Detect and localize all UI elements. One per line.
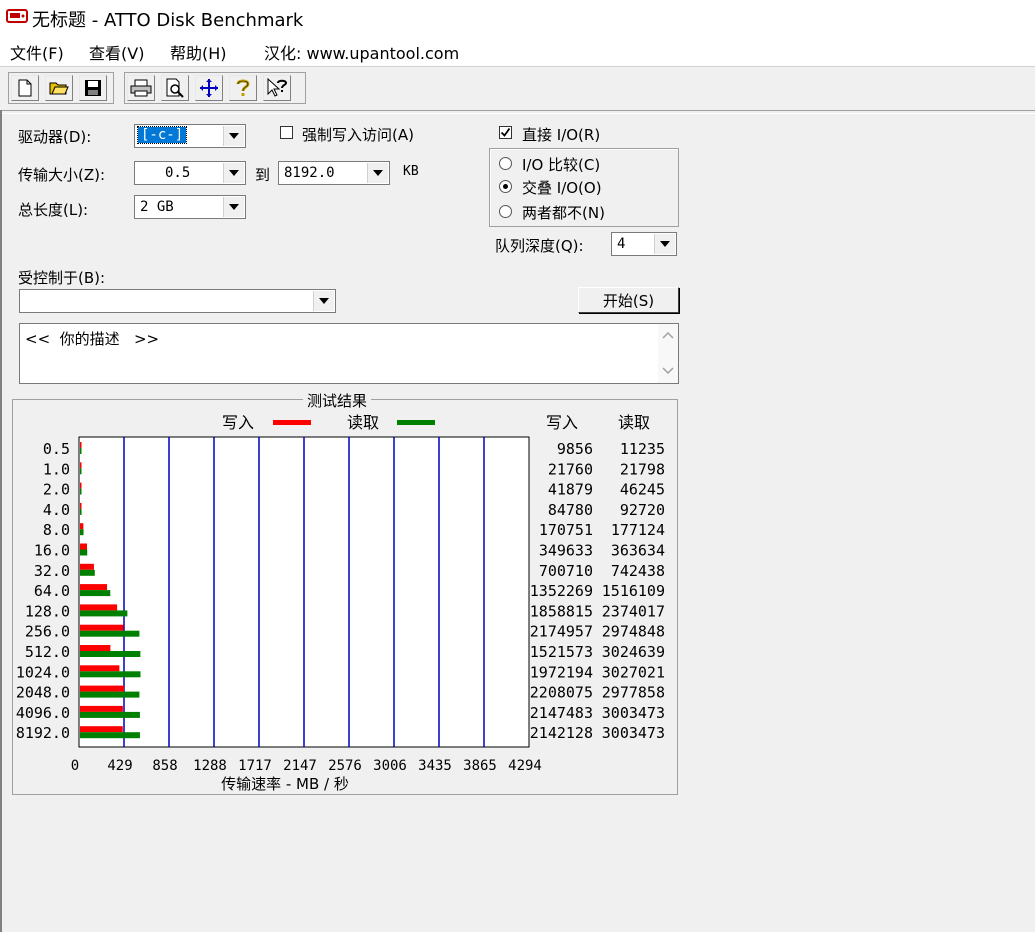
category-label: 128.0 (25, 602, 70, 620)
write-bar (80, 563, 94, 570)
write-bar (80, 705, 123, 712)
read-value: 2974848 (602, 623, 665, 641)
write-value: 2174957 (530, 623, 593, 641)
write-bar (80, 502, 82, 509)
read-bar (80, 671, 141, 678)
category-label: 64.0 (34, 582, 70, 600)
read-bar (80, 488, 82, 495)
read-value: 21798 (620, 460, 665, 478)
write-value: 84780 (548, 501, 593, 519)
category-label: 0.5 (43, 440, 70, 458)
category-label: 4.0 (43, 501, 70, 519)
read-value: 11235 (620, 440, 665, 458)
results-chart: 写入 读取 写入 读取 0.5 9856 11235 1.0 21760 21798 2.0 4187… (16, 413, 665, 793)
write-bar (80, 482, 82, 489)
write-bar (80, 442, 82, 448)
read-value: 2374017 (602, 602, 665, 620)
x-tick-label: 4294 (508, 758, 542, 774)
write-bar (80, 624, 124, 631)
x-tick-label: 429 (107, 758, 132, 774)
write-bar (80, 584, 108, 591)
write-bar (80, 685, 125, 692)
write-value: 1972194 (530, 663, 593, 681)
write-value: 9856 (557, 440, 593, 458)
read-value: 3003473 (602, 724, 665, 742)
legend-read-swatch (397, 420, 435, 425)
read-bar (80, 590, 111, 597)
read-bar (80, 569, 95, 576)
write-value: 1521573 (530, 643, 593, 661)
category-label: 2.0 (43, 481, 70, 499)
write-value: 2208075 (530, 684, 593, 702)
category-label: 32.0 (34, 562, 70, 580)
write-value: 170751 (539, 521, 593, 539)
read-bar (80, 630, 140, 637)
x-tick-label: 2576 (328, 758, 362, 774)
x-tick-label: 858 (152, 758, 177, 774)
read-bar (80, 529, 84, 536)
x-tick-label: 3435 (418, 758, 452, 774)
write-bar (80, 543, 88, 550)
read-value: 177124 (611, 521, 665, 539)
write-bar (80, 726, 123, 733)
read-value: 92720 (620, 501, 665, 519)
category-label: 1024.0 (16, 663, 70, 681)
read-value: 742438 (611, 562, 665, 580)
read-bar (80, 508, 82, 515)
category-label: 4096.0 (16, 704, 70, 722)
write-value: 2147483 (530, 704, 593, 722)
read-bar (80, 610, 128, 617)
read-bar (80, 691, 140, 698)
write-bar (80, 665, 120, 672)
write-value: 700710 (539, 562, 593, 580)
write-bar (80, 523, 84, 530)
read-bar (80, 711, 140, 718)
read-value: 2977858 (602, 684, 665, 702)
read-bar (80, 468, 82, 475)
category-label: 2048.0 (16, 684, 70, 702)
read-bar (80, 651, 141, 657)
read-value: 46245 (620, 481, 665, 499)
category-label: 1.0 (43, 460, 70, 478)
write-value: 1858815 (530, 602, 593, 620)
column-header-read: 读取 (618, 413, 650, 432)
legend-write-label: 写入 (222, 413, 254, 432)
read-value: 3027021 (602, 663, 665, 681)
x-axis-label: 传输速率 - MB / 秒 (221, 775, 349, 793)
read-bar (80, 732, 140, 739)
category-label: 512.0 (25, 643, 70, 661)
write-value: 21760 (548, 460, 593, 478)
column-header-write: 写入 (546, 413, 578, 432)
category-label: 8.0 (43, 521, 70, 539)
read-value: 3003473 (602, 704, 665, 722)
x-tick-label: 1717 (238, 758, 272, 774)
read-bar (80, 549, 88, 556)
category-label: 8192.0 (16, 724, 70, 742)
write-value: 349633 (539, 542, 593, 560)
write-value: 2142128 (530, 724, 593, 742)
x-tick-label: 2147 (283, 758, 317, 774)
x-tick-label: 3865 (463, 758, 497, 774)
write-bar (80, 462, 82, 469)
category-label: 16.0 (34, 542, 70, 560)
x-tick-label: 1288 (193, 758, 227, 774)
legend-read-label: 读取 (347, 413, 379, 432)
legend-write-swatch (273, 420, 311, 425)
read-bar (80, 448, 82, 454)
x-tick-label: 0 (71, 758, 79, 774)
read-value: 363634 (611, 542, 665, 560)
category-label: 256.0 (25, 623, 70, 641)
read-value: 1516109 (602, 582, 665, 600)
write-value: 41879 (548, 481, 593, 499)
write-value: 1352269 (530, 582, 593, 600)
write-bar (80, 604, 118, 611)
write-bar (80, 645, 111, 651)
x-tick-label: 3006 (373, 758, 407, 774)
read-value: 3024639 (602, 643, 665, 661)
